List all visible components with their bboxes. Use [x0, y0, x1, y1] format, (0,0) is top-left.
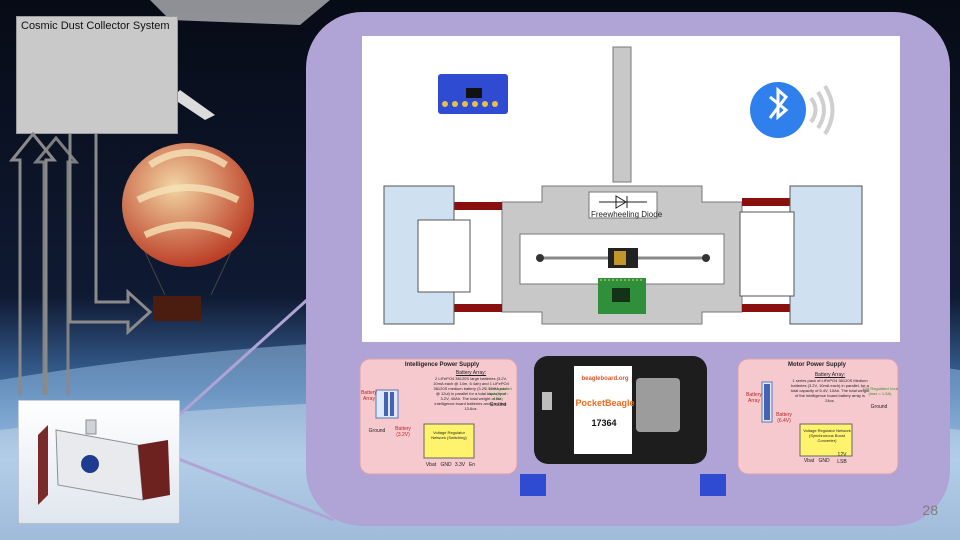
diode-label: Freewheeling Diode [591, 210, 663, 219]
motor-pin-lsb: LSB [837, 459, 847, 465]
intelligence-supply-title: Intelligence Power Supply [404, 362, 480, 368]
intelligence-pin-3v3: 3.3V [454, 462, 466, 468]
intelligence-battery-label: Battery Array [361, 390, 377, 402]
motor-pin-gnd: GND [818, 458, 830, 464]
motor-regulator: Voltage Regulator Network (Synchronous B… [803, 428, 851, 443]
dust-collector-render [18, 400, 180, 524]
temperature-sensor-board-icon [438, 74, 508, 114]
up-arrow-left [8, 131, 58, 395]
intelligence-ground-right: Ground [489, 402, 507, 408]
detail-panel [306, 12, 950, 526]
board-name: PocketBeagle [575, 398, 635, 408]
page-number: 28 [922, 502, 938, 518]
intelligence-pin-en: En [468, 462, 476, 468]
motor-driver-board-icon [598, 278, 646, 314]
motor-supply-title: Motor Power Supply [787, 362, 846, 368]
board-number: 17364 [591, 418, 617, 428]
intelligence-battery-voltage: Battery (3.2V) [395, 426, 411, 438]
motor-regulated-output: 12V Regulated Vout (max = 1.5A) [862, 386, 898, 396]
motor-pin-12v: 12V [837, 452, 847, 458]
intelligence-ground-left: Ground [368, 428, 386, 434]
motor-ground-right: Ground [870, 404, 888, 410]
pocketbeagle-board-icon [534, 356, 707, 464]
motor-pin-vbat: Vbat [803, 458, 815, 464]
intelligence-pin-gnd: GND [440, 462, 452, 468]
motor-battery-text: 1 series pack of LiFePO4 38120S Medium b… [790, 378, 870, 403]
intelligence-regulated-output: 3.3V Regulated Vout (max = 4.5A) [484, 386, 512, 401]
intelligence-pin-vbat: Vbat [425, 462, 437, 468]
down-right-arrow [68, 134, 153, 336]
sensor-label: MCP9808 [444, 69, 476, 76]
motor-battery-voltage: Battery (6.4V) [776, 412, 792, 424]
intelligence-regulator: Voltage Regulator Network (Switching) [431, 430, 467, 440]
board-brand: beagleboard.org [581, 376, 629, 382]
motor-battery-label: Battery Array [746, 392, 762, 404]
